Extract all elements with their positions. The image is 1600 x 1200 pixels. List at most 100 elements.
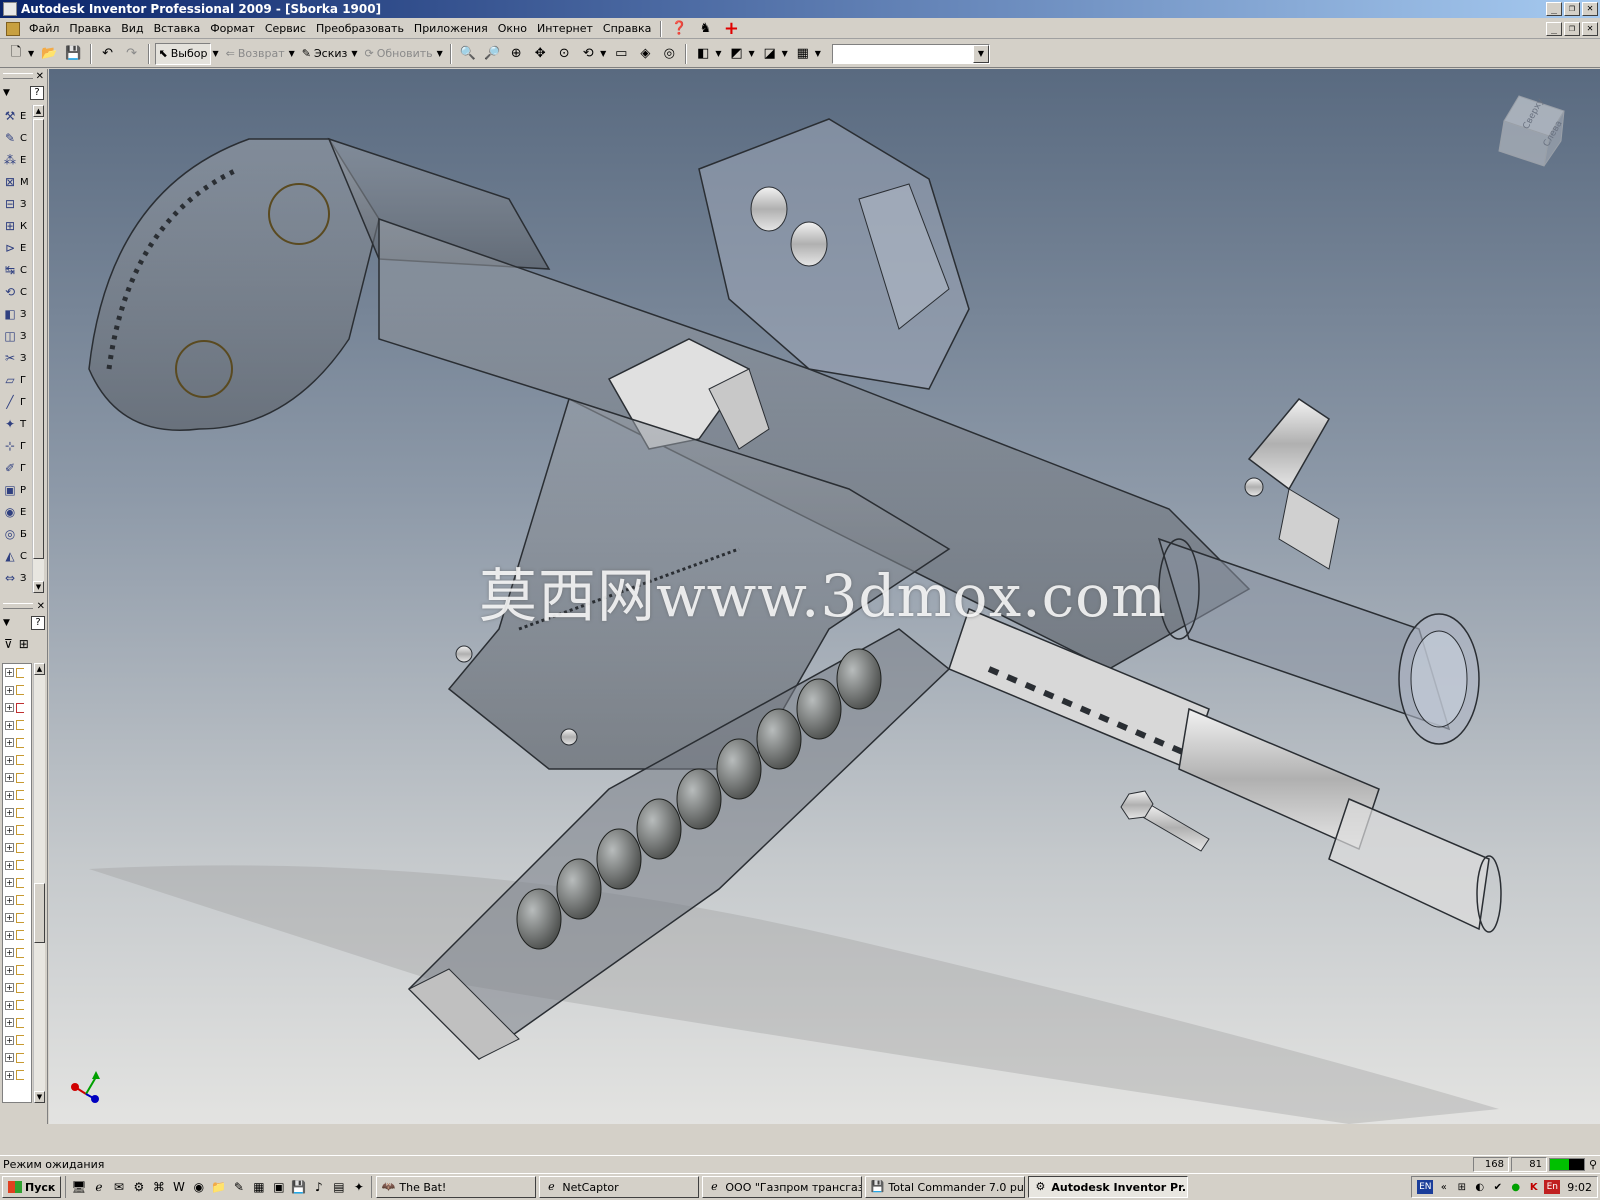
doc-minimize-button[interactable]: _ — [1546, 21, 1562, 36]
browser-close-icon[interactable]: ✕ — [37, 601, 45, 612]
notepad-icon[interactable]: ✎ — [230, 1179, 247, 1196]
doc-restore-button[interactable]: ❐ — [1564, 21, 1580, 36]
section-view-dropdown-icon[interactable]: ▼ — [782, 49, 788, 58]
panel-close-icon[interactable]: ✕ — [36, 71, 44, 82]
task-netcaptor[interactable]: ℯ NetCaptor — [539, 1176, 700, 1198]
terminal-icon[interactable]: ▣ — [270, 1179, 287, 1196]
tree-expand-icon[interactable]: + — [5, 808, 14, 818]
zoom-selected-icon[interactable]: ⊙ — [553, 43, 575, 65]
browser-grip[interactable] — [3, 603, 33, 609]
menu-insert[interactable]: Вставка — [149, 22, 206, 35]
tree-expand-icon[interactable]: + — [5, 913, 14, 923]
menu-format[interactable]: Формат — [205, 22, 260, 35]
color-style-combo[interactable]: ▼ — [831, 43, 990, 64]
save-icon[interactable]: 💾 — [62, 43, 84, 65]
scroll-up-icon[interactable]: ▲ — [33, 105, 44, 117]
browser-view-icon[interactable]: ⊞ — [19, 637, 29, 651]
menu-view[interactable]: Вид — [116, 22, 148, 35]
start-button[interactable]: Пуск — [2, 1176, 62, 1198]
tree-expand-icon[interactable]: + — [5, 965, 14, 975]
tray-firewall-icon[interactable]: ✔ — [1490, 1180, 1505, 1195]
new-icon[interactable]: 🗋 — [5, 43, 27, 65]
keyboard-layout-indicator[interactable]: EN — [1417, 1180, 1434, 1194]
scroll-down-icon[interactable]: ▼ — [33, 581, 44, 593]
filter-icon[interactable]: ⊽ — [4, 637, 13, 651]
tree-item[interactable]: + — [3, 857, 31, 875]
tree-item[interactable]: + — [3, 927, 31, 945]
tree-expand-icon[interactable]: + — [5, 1053, 14, 1063]
tree-expand-icon[interactable]: + — [5, 720, 14, 730]
tree-expand-icon[interactable]: + — [5, 685, 14, 695]
visibility-dropdown-icon[interactable]: ▼ — [815, 49, 821, 58]
menu-help[interactable]: Справка — [598, 22, 656, 35]
menu-edit[interactable]: Правка — [64, 22, 116, 35]
outlook-icon[interactable]: ✉ — [110, 1179, 127, 1196]
tree-item[interactable]: + — [3, 717, 31, 735]
tree-expand-icon[interactable]: + — [5, 878, 14, 888]
tree-expand-icon[interactable]: + — [5, 895, 14, 905]
tree-expand-icon[interactable]: + — [5, 1000, 14, 1010]
graphics-viewport[interactable]: 莫西网www.3dmox.com Сверху Слева — [49, 69, 1600, 1124]
tree-expand-icon[interactable]: + — [5, 668, 14, 678]
pictures-icon[interactable]: ▤ — [330, 1179, 347, 1196]
tutorial-icon[interactable]: ♞ — [697, 21, 713, 37]
paint-icon[interactable]: ♪ — [310, 1179, 327, 1196]
tree-expand-icon[interactable]: + — [5, 738, 14, 748]
tree-expand-icon[interactable]: + — [5, 930, 14, 940]
menu-window[interactable]: Окно — [493, 22, 532, 35]
minimize-button[interactable]: _ — [1546, 2, 1562, 16]
panel-dropdown-icon[interactable]: ▼ — [3, 88, 10, 98]
tree-item[interactable]: + — [3, 1067, 31, 1085]
tree-item[interactable]: + — [3, 822, 31, 840]
add-red-cross-icon[interactable]: + — [723, 19, 739, 37]
menu-tools[interactable]: Сервис — [260, 22, 311, 35]
tree-item[interactable]: + — [3, 1014, 31, 1032]
sketch-dropdown-icon[interactable]: ▼ — [351, 49, 357, 58]
hidden-edge-icon[interactable]: ◎ — [658, 43, 680, 65]
return-button[interactable]: ⇐ Возврат — [223, 43, 288, 65]
tree-expand-icon[interactable]: + — [5, 1018, 14, 1028]
select-dropdown-icon[interactable]: ▼ — [212, 49, 218, 58]
section-view-icon[interactable]: ◪ — [759, 43, 781, 65]
tree-expand-icon[interactable]: + — [5, 790, 14, 800]
scroll-thumb[interactable] — [33, 119, 44, 559]
tree-expand-icon[interactable]: + — [5, 948, 14, 958]
zoom-all-icon[interactable]: 🔍 — [457, 43, 479, 65]
tree-expand-icon[interactable]: + — [5, 825, 14, 835]
restore-button[interactable]: ❐ — [1564, 2, 1580, 16]
help-topics-icon[interactable]: ❓ — [671, 21, 687, 37]
tree-scroll-thumb[interactable] — [34, 883, 45, 943]
tree-expand-icon[interactable]: + — [5, 860, 14, 870]
select-button[interactable]: ⬉ Выбор — [154, 42, 212, 65]
tree-item[interactable]: + — [3, 1049, 31, 1067]
update-button[interactable]: ⟳ Обновить — [362, 43, 436, 65]
tray-antivirus-icon[interactable]: K — [1526, 1180, 1541, 1195]
pan-icon[interactable]: ✥ — [529, 43, 551, 65]
tree-item[interactable]: + — [3, 664, 31, 682]
combo-arrow-icon[interactable]: ▼ — [972, 44, 989, 63]
menu-applications[interactable]: Приложения — [409, 22, 493, 35]
disk-icon[interactable]: 💾 — [290, 1179, 307, 1196]
tree-item[interactable]: + — [3, 874, 31, 892]
document-icon[interactable] — [6, 21, 20, 36]
tray-network-icon[interactable]: ⊞ — [1454, 1180, 1469, 1195]
shadow-icon[interactable]: ◩ — [725, 43, 747, 65]
tools-icon[interactable]: ✦ — [350, 1179, 367, 1196]
task-total-commander[interactable]: 💾 Total Commander 7.0 pu... — [865, 1176, 1026, 1198]
tree-scrollbar[interactable]: ▲ ▼ — [33, 663, 45, 1103]
tree-expand-icon[interactable]: + — [5, 983, 14, 993]
tree-item[interactable]: + — [3, 962, 31, 980]
panel-grip[interactable] — [3, 73, 33, 79]
tree-expand-icon[interactable]: + — [5, 843, 14, 853]
tree-item[interactable]: + — [3, 804, 31, 822]
folder-icon[interactable]: 📁 — [210, 1179, 227, 1196]
tray-status-icon[interactable]: ● — [1508, 1180, 1523, 1195]
tree-item[interactable]: + — [3, 787, 31, 805]
inventor-quick-icon[interactable]: ⚙ — [130, 1179, 147, 1196]
tree-item[interactable]: + — [3, 909, 31, 927]
tree-item[interactable]: + — [3, 752, 31, 770]
tree-scroll-down-icon[interactable]: ▼ — [34, 1091, 45, 1103]
orbit-icon[interactable]: ⟲ — [577, 43, 599, 65]
zoom-icon[interactable]: ⊕ — [505, 43, 527, 65]
tree-item[interactable]: + — [3, 769, 31, 787]
